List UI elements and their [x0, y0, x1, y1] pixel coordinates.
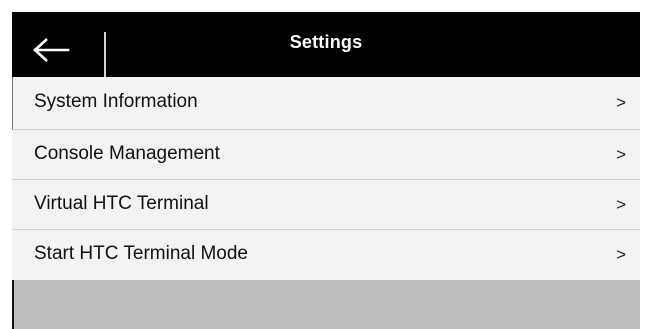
focus-indicator	[12, 77, 13, 129]
chevron-right-icon: >	[616, 245, 626, 264]
menu-item-label: System Information	[34, 91, 198, 112]
menu-item-start-htc-terminal-mode[interactable]: Start HTC Terminal Mode >	[12, 229, 640, 280]
chevron-right-icon: >	[616, 93, 626, 112]
settings-screen: Settings System Information > Console Ma…	[0, 0, 647, 329]
chevron-right-icon: >	[616, 145, 626, 164]
header-bar: Settings	[12, 12, 640, 79]
menu-item-console-management[interactable]: Console Management >	[12, 129, 640, 179]
menu-item-label: Start HTC Terminal Mode	[34, 243, 248, 264]
footer-panel	[12, 280, 640, 329]
page-title: Settings	[289, 32, 363, 52]
settings-menu: System Information > Console Management …	[12, 77, 640, 280]
chevron-right-icon: >	[616, 195, 626, 214]
menu-item-virtual-htc-terminal[interactable]: Virtual HTC Terminal >	[12, 179, 640, 229]
menu-item-system-information[interactable]: System Information >	[12, 77, 640, 129]
menu-item-label: Console Management	[34, 143, 220, 164]
menu-item-label: Virtual HTC Terminal	[34, 193, 209, 214]
footer-edge	[12, 280, 14, 329]
